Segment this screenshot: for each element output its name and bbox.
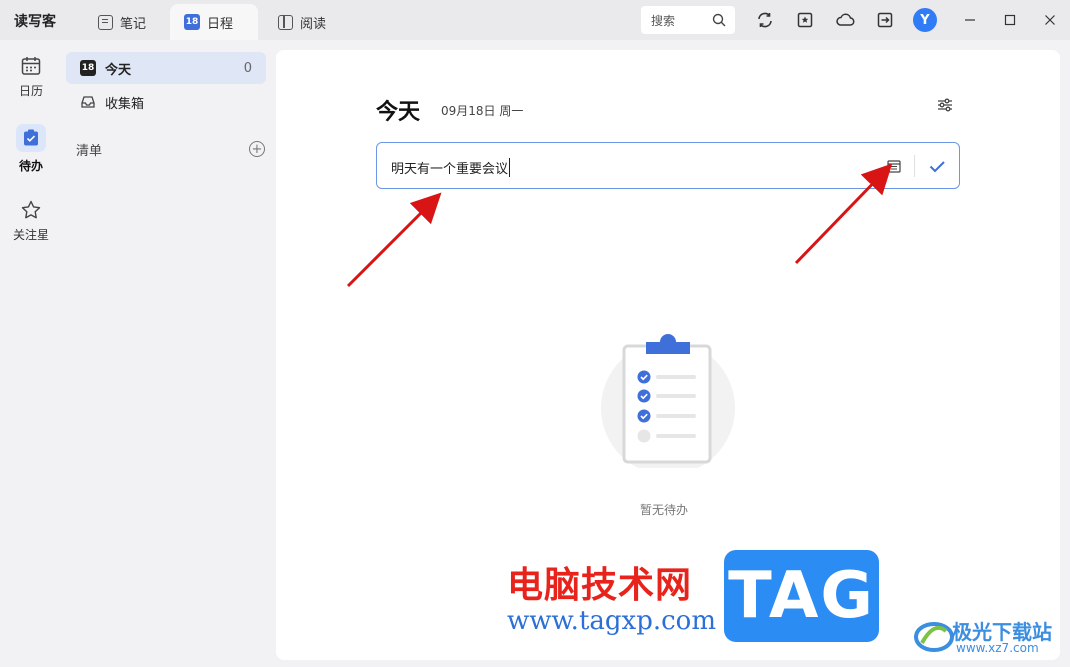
rail-todo[interactable]: 待办 bbox=[0, 124, 62, 174]
tab-notes-label: 笔记 bbox=[120, 16, 147, 32]
tab-notes[interactable]: 笔记 bbox=[84, 4, 168, 40]
search-icon bbox=[712, 13, 726, 27]
export-icon bbox=[877, 12, 893, 28]
rail-star[interactable]: 关注星 bbox=[0, 199, 62, 243]
star-note-icon bbox=[797, 12, 813, 28]
page-date: 09月18日 周一 bbox=[441, 104, 524, 118]
sidebar-item-inbox[interactable]: 收集箱 bbox=[66, 86, 266, 118]
rail-todo-highlight bbox=[16, 124, 46, 152]
empty-state-text: 暂无待办 bbox=[640, 503, 689, 517]
plus-icon: + bbox=[251, 141, 263, 157]
search-label: 搜索 bbox=[651, 13, 676, 28]
star-icon bbox=[21, 200, 41, 219]
page-title: 今天 bbox=[376, 100, 421, 125]
confirm-task-button[interactable] bbox=[927, 156, 947, 176]
maximize-button[interactable] bbox=[1000, 10, 1020, 30]
today-icon: 18 bbox=[80, 60, 96, 76]
sidebar-item-label: 收集箱 bbox=[105, 96, 145, 112]
rail-star-label: 关注星 bbox=[12, 228, 49, 242]
sliders-icon bbox=[938, 98, 952, 112]
rail-todo-label: 待办 bbox=[18, 159, 43, 173]
cloud-button[interactable] bbox=[834, 9, 856, 31]
calendar-icon bbox=[21, 57, 41, 75]
rail-calendar-label: 日历 bbox=[18, 84, 43, 98]
note-icon bbox=[98, 14, 113, 30]
calendar-18-icon: 18 bbox=[184, 14, 200, 30]
tab-read[interactable]: 阅读 bbox=[264, 4, 348, 40]
rail-calendar[interactable]: 日历 bbox=[0, 55, 62, 99]
tab-schedule[interactable]: 18 日程 bbox=[170, 4, 258, 40]
add-list-button[interactable]: + bbox=[249, 141, 265, 157]
tab-read-label: 阅读 bbox=[300, 16, 327, 32]
watermark-tag-logo: TAG bbox=[724, 550, 879, 642]
list-header: 清单 bbox=[76, 144, 103, 159]
filter-settings-button[interactable] bbox=[936, 96, 954, 114]
search-input[interactable]: 搜索 bbox=[641, 6, 735, 34]
check-icon bbox=[929, 161, 945, 173]
input-divider bbox=[914, 155, 915, 177]
maximize-icon bbox=[1004, 14, 1016, 26]
sidebar-item-today[interactable]: 18 今天 0 bbox=[66, 52, 266, 84]
minimize-button[interactable] bbox=[960, 10, 980, 30]
avatar[interactable]: Y bbox=[913, 8, 937, 32]
tab-schedule-label: 日程 bbox=[207, 16, 234, 32]
empty-clipboard-illustration bbox=[601, 334, 735, 468]
close-icon bbox=[1045, 15, 1055, 25]
watermark-jg-url: www.xz7.com bbox=[956, 641, 1039, 655]
cloud-icon bbox=[836, 13, 855, 26]
watermark-url: www.tagxp.com bbox=[507, 606, 716, 636]
todo-check-icon bbox=[24, 129, 38, 146]
sidebar-item-label: 今天 bbox=[105, 62, 132, 78]
inbox-icon bbox=[81, 96, 95, 108]
star-note-button[interactable] bbox=[794, 9, 816, 31]
due-date-button[interactable] bbox=[886, 158, 902, 174]
book-icon bbox=[278, 14, 293, 30]
today-count: 0 bbox=[243, 60, 252, 76]
app-name: 读写客 bbox=[14, 14, 56, 30]
export-button[interactable] bbox=[874, 9, 896, 31]
close-button[interactable] bbox=[1040, 10, 1060, 30]
sync-button[interactable] bbox=[754, 9, 776, 31]
sync-icon bbox=[758, 12, 772, 28]
minimize-icon bbox=[965, 19, 975, 21]
task-input[interactable]: 明天有一个重要会议 bbox=[376, 142, 960, 189]
watermark-cn: 电脑技术网 bbox=[507, 565, 693, 606]
title-bar: 读写客 笔记 18 日程 阅读 搜索 Y bbox=[0, 0, 1070, 40]
task-input-text: 明天有一个重要会议 bbox=[391, 158, 511, 177]
calendar-icon bbox=[887, 160, 901, 173]
